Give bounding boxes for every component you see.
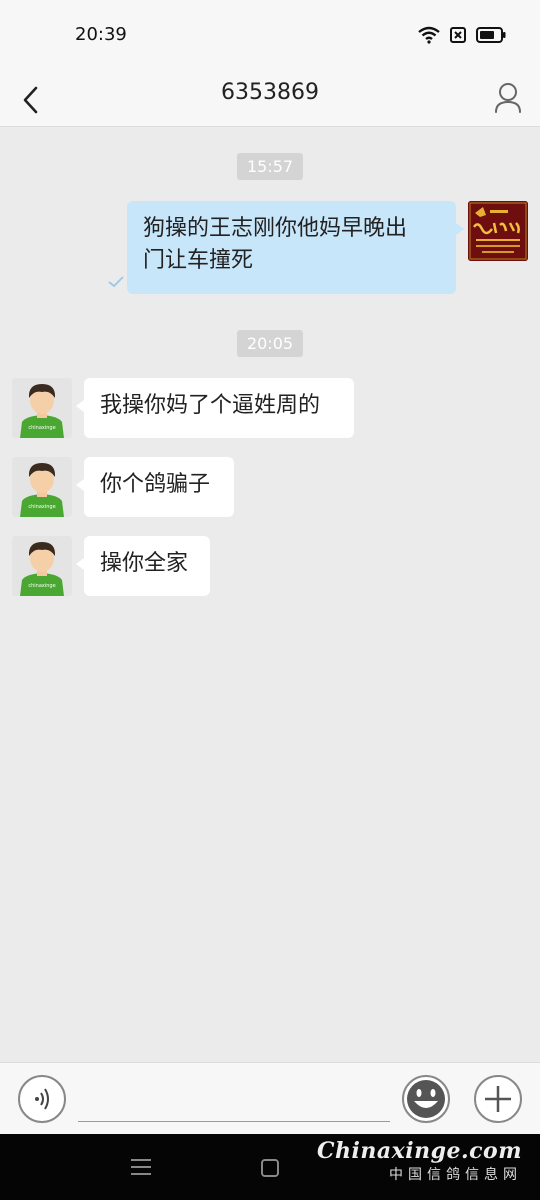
message-text-line: 门让车撞死 <box>143 248 254 273</box>
svg-text:chinaxinge: chinaxinge <box>28 583 55 589</box>
system-nav-bar: Chinaxinge.com 中国信鸽信息网 <box>0 1134 540 1200</box>
message-text: 我操你妈了个逼姓周的 <box>100 393 321 418</box>
outgoing-message-bubble[interactable]: 狗操的王志刚你他妈早晚出 门让车撞死 <box>127 201 464 294</box>
contact-avatar-image: chinaxinge <box>12 536 72 596</box>
watermark-subtitle: 中国信鸽信息网 <box>389 1167 522 1183</box>
message-text: 操你全家 <box>100 551 189 576</box>
contact-avatar[interactable]: chinaxinge <box>12 536 72 596</box>
my-avatar[interactable] <box>468 201 528 261</box>
contact-avatar-image: chinaxinge <box>12 378 72 438</box>
contact-avatar[interactable]: chinaxinge <box>12 457 72 517</box>
voice-button[interactable] <box>18 1075 66 1123</box>
message-text-line: 狗操的王志刚你他妈早晚出 <box>143 216 408 241</box>
sim-off-icon <box>450 27 466 43</box>
my-avatar-image <box>468 201 528 261</box>
emoji-icon <box>407 1080 445 1118</box>
timestamp-chip: 15:57 <box>236 153 304 180</box>
wifi-icon <box>418 26 440 44</box>
contact-avatar-image: chinaxinge <box>12 457 72 517</box>
emoji-button[interactable] <box>402 1075 450 1123</box>
status-icons <box>418 26 506 44</box>
chat-title: 6353869 <box>221 80 319 105</box>
watermark-logo: Chinaxinge.com <box>317 1138 522 1164</box>
menu-icon[interactable] <box>130 1158 152 1176</box>
timestamp-chip: 20:05 <box>236 330 304 357</box>
message-text: 你个鸽骗子 <box>100 472 211 497</box>
home-square-icon[interactable] <box>260 1158 280 1178</box>
sent-check-icon <box>108 276 124 288</box>
contact-avatar[interactable]: chinaxinge <box>12 378 72 438</box>
incoming-message-bubble[interactable]: 你个鸽骗子 <box>76 457 234 517</box>
add-button[interactable] <box>474 1075 522 1123</box>
chat-header: 6353869 <box>0 70 540 127</box>
svg-text:chinaxinge: chinaxinge <box>28 425 55 431</box>
input-bar <box>0 1062 540 1135</box>
incoming-message-bubble[interactable]: 我操你妈了个逼姓周的 <box>76 378 354 438</box>
message-input[interactable] <box>78 1121 390 1122</box>
plus-icon <box>485 1086 511 1112</box>
user-profile-icon[interactable] <box>490 78 526 118</box>
status-bar: 20:39 <box>0 0 540 70</box>
battery-icon <box>476 27 506 43</box>
voice-icon <box>35 1088 49 1110</box>
incoming-message-bubble[interactable]: 操你全家 <box>76 536 210 596</box>
status-time: 20:39 <box>75 24 127 45</box>
svg-text:chinaxinge: chinaxinge <box>28 504 55 510</box>
